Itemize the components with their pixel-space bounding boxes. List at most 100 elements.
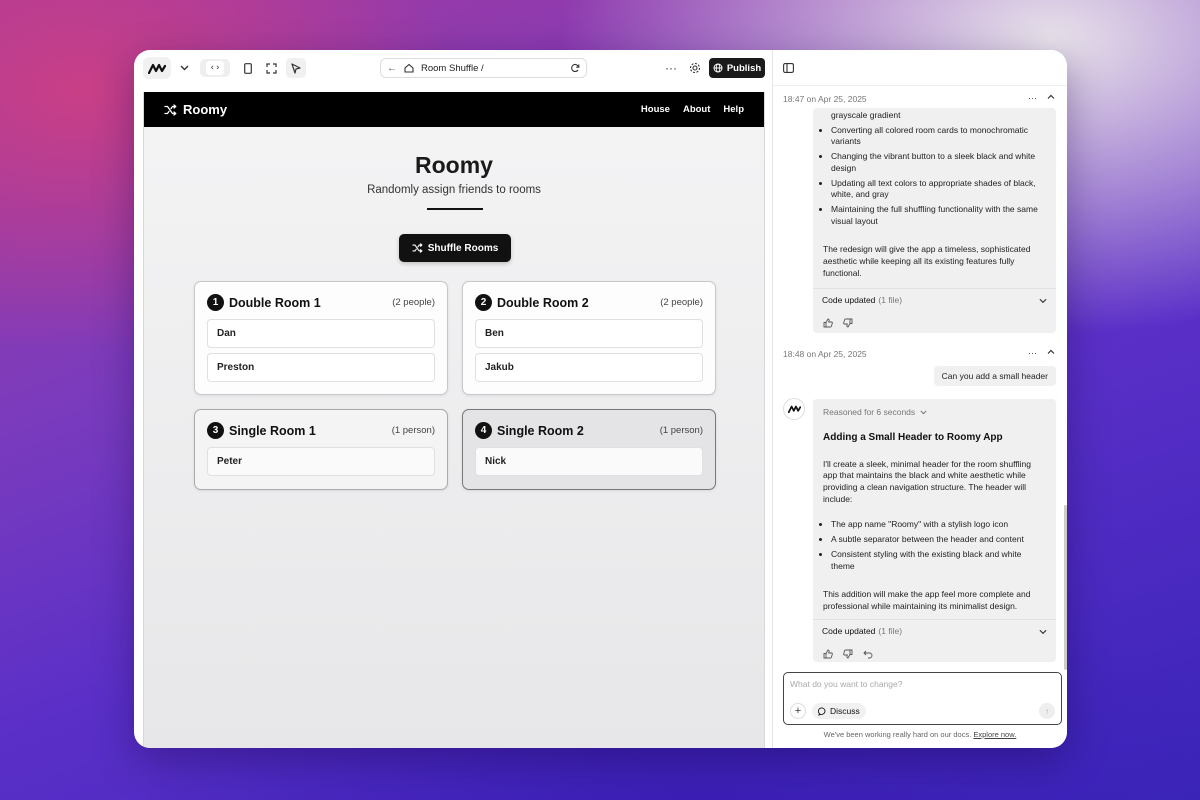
chevron-down-icon [180, 65, 188, 71]
room-name: Single Room 2 [497, 423, 584, 438]
chat-panel: 18:47 on Apr 25, 2025 ··· grayscale grad… [772, 50, 1067, 748]
files-count: (1 file) [878, 626, 903, 637]
bullet-item: The app name "Roomy" with a stylish logo… [831, 519, 1046, 531]
code-updated-toggle[interactable]: Code updated (1 file) [813, 287, 1056, 314]
room-header: 1 Double Room 1 (2 people) [207, 294, 435, 311]
explore-docs-link[interactable]: Explore now. [973, 730, 1016, 739]
refresh-icon[interactable] [570, 63, 580, 73]
shuffle-rooms-button[interactable]: Shuffle Rooms [399, 234, 511, 262]
feedback-row [813, 645, 1056, 667]
chevron-up-icon[interactable] [1047, 93, 1055, 101]
bullet-item: grayscale gradient [831, 110, 901, 120]
shuffle-icon [412, 243, 423, 253]
logo-icon [148, 63, 166, 74]
logo-icon [787, 405, 801, 413]
code-icon: ‹› [206, 61, 224, 75]
select-element-button[interactable] [286, 58, 306, 78]
chevron-down-icon [1039, 298, 1047, 304]
chat-topbar [773, 50, 1067, 86]
room-capacity: (2 people) [660, 297, 703, 308]
room-card: 3 Single Room 1 (1 person) Peter [194, 409, 448, 490]
thumbs-up-icon[interactable] [823, 318, 833, 328]
room-capacity: (2 people) [392, 297, 435, 308]
room-number-badge: 1 [207, 294, 224, 311]
chevron-down-icon [1039, 630, 1047, 635]
app-brand[interactable]: Roomy [164, 102, 227, 117]
bullet-item: Changing the vibrant button to a sleek b… [831, 151, 1046, 174]
feedback-row [813, 314, 1056, 336]
footnote-text: We've been working really hard on our do… [823, 730, 972, 739]
nav-help[interactable]: Help [723, 104, 744, 115]
mobile-preview-button[interactable] [240, 59, 256, 77]
publish-button[interactable]: Publish [709, 58, 765, 78]
more-icon[interactable]: ··· [1028, 348, 1037, 358]
nav-house[interactable]: House [641, 104, 670, 115]
back-arrow-icon[interactable]: ← [387, 63, 397, 74]
title-divider [427, 208, 483, 210]
thumbs-down-icon[interactable] [843, 318, 853, 328]
person-entry: Ben [475, 319, 703, 348]
code-updated-toggle[interactable]: Code updated (1 file) [813, 618, 1056, 645]
room-capacity: (1 person) [659, 425, 703, 436]
room-card: 4 Single Room 2 (1 person) Nick [462, 409, 716, 490]
discuss-label: Discuss [830, 706, 860, 716]
code-view-toggle[interactable]: ‹› [200, 59, 230, 77]
room-name: Single Room 1 [229, 423, 316, 438]
message-timestamp: 18:47 on Apr 25, 2025 [783, 94, 867, 104]
logo-menu-button[interactable] [143, 57, 171, 79]
plus-icon: + [794, 705, 802, 717]
url-text: Room Shuffle / [421, 62, 484, 74]
bullet-item: Converting all colored room cards to mon… [831, 125, 1046, 148]
bullet-item: Consistent styling with the existing bla… [831, 549, 1046, 572]
brand-name: Roomy [183, 102, 228, 117]
settings-button[interactable] [686, 59, 704, 77]
person-entry: Peter [207, 447, 435, 476]
room-name: Double Room 2 [497, 295, 589, 310]
thumbs-down-icon[interactable] [843, 649, 853, 659]
room-header: 2 Double Room 2 (2 people) [475, 294, 703, 311]
room-name: Double Room 1 [229, 295, 321, 310]
room-number-badge: 4 [475, 422, 492, 439]
fullscreen-button[interactable] [262, 59, 280, 77]
undo-icon[interactable] [863, 649, 873, 659]
send-button[interactable]: ↑ [1039, 703, 1055, 719]
home-icon[interactable] [404, 63, 414, 73]
app-subtitle: Randomly assign friends to rooms [367, 184, 541, 196]
nav-about[interactable]: About [683, 104, 710, 115]
bullet-item: A subtle separator between the header an… [831, 534, 1046, 546]
cursor-icon [291, 62, 301, 74]
chat-scrollbar[interactable] [1064, 505, 1067, 670]
message-paragraph: This addition will make the app feel mor… [823, 589, 1031, 611]
publish-label: Publish [726, 62, 762, 74]
project-dropdown-button[interactable] [176, 59, 192, 77]
reasoning-toggle[interactable]: Reasoned for 6 seconds [813, 399, 1056, 419]
shuffle-label: Shuffle Rooms [427, 242, 499, 254]
app-title: Roomy [415, 152, 493, 178]
more-icon[interactable]: ··· [1028, 93, 1037, 103]
more-options-button[interactable]: ··· [662, 59, 680, 77]
chat-input[interactable] [790, 677, 1050, 691]
person-entry: Preston [207, 353, 435, 382]
app-window: ‹› ← Room Shuffle / ··· Publish Roomy Ho… [134, 50, 1067, 748]
chat-composer: + Discuss ↑ [783, 672, 1062, 725]
bullet-item: Maintaining the full shuffling functiona… [831, 204, 1046, 227]
preview-url-bar[interactable]: ← Room Shuffle / [380, 58, 587, 78]
attach-button[interactable]: + [790, 703, 806, 719]
room-number-badge: 3 [207, 422, 224, 439]
sidebar-toggle-icon[interactable] [783, 62, 794, 73]
message-paragraph: The redesign will give the app a timeles… [823, 244, 1031, 278]
thumbs-up-icon[interactable] [823, 649, 833, 659]
chat-bubble-icon [818, 707, 826, 716]
app-preview: Roomy House About Help Roomy Randomly as… [143, 92, 765, 748]
code-updated-label: Code updated [822, 295, 876, 306]
chevron-up-icon[interactable] [1047, 348, 1055, 356]
message-timestamp: 18:48 on Apr 25, 2025 [783, 349, 867, 359]
user-message: Can you add a small header [933, 366, 1056, 386]
discuss-button[interactable]: Discuss [812, 703, 866, 719]
assistant-message: Reasoned for 6 seconds Adding a Small He… [813, 399, 1056, 662]
gear-icon [689, 62, 701, 74]
mobile-icon [244, 62, 252, 74]
arrow-up-icon: ↑ [1045, 706, 1049, 716]
docs-footnote: We've been working really hard on our do… [773, 730, 1067, 739]
room-number-badge: 2 [475, 294, 492, 311]
